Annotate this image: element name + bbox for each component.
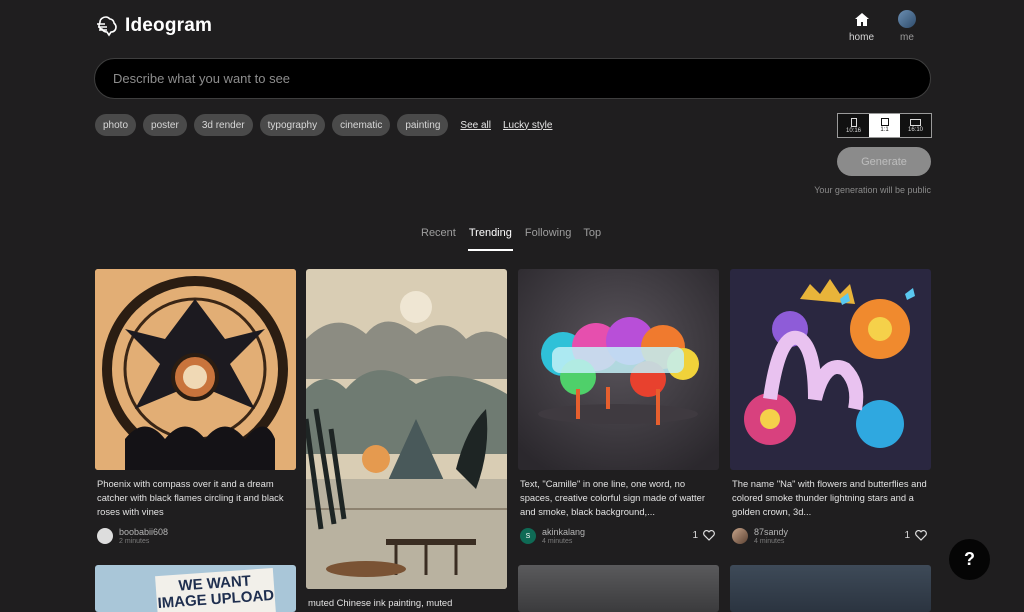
- like-button[interactable]: 1: [904, 530, 927, 541]
- lucky-style-link[interactable]: Lucky style: [503, 120, 552, 131]
- ratio-label: 10:16: [845, 127, 861, 134]
- see-all-link[interactable]: See all: [460, 120, 491, 131]
- phoenix-artwork: [95, 269, 296, 470]
- image-card[interactable]: Text, "Camille" in one line, one word, n…: [518, 269, 719, 545]
- card-meta: S akinkalang 4 minutes 1: [518, 527, 719, 545]
- prompt-box[interactable]: [94, 58, 931, 99]
- ratio-label: 16:10: [907, 126, 923, 133]
- portrait-shape-icon: [850, 117, 857, 127]
- ideogram-logo-icon: [97, 16, 117, 37]
- chip-photo[interactable]: photo: [95, 114, 137, 136]
- avatar[interactable]: [732, 528, 748, 544]
- avatar[interactable]: [97, 528, 113, 544]
- landscape-shape-icon: [910, 118, 921, 126]
- aspect-ratio-selector: 10:16 1:1 16:10: [837, 113, 932, 138]
- avatar: [898, 10, 916, 28]
- username[interactable]: 87sandy: [754, 527, 788, 537]
- ink-landscape-artwork: [306, 269, 507, 589]
- image-card[interactable]: [518, 565, 719, 612]
- timestamp: 4 minutes: [542, 538, 573, 545]
- tab-top[interactable]: Top: [583, 227, 601, 251]
- card-image[interactable]: [730, 565, 931, 612]
- home-icon: [853, 10, 871, 28]
- card-image[interactable]: [730, 269, 931, 470]
- like-count: 1: [904, 530, 910, 541]
- card-image[interactable]: [518, 269, 719, 470]
- card-image[interactable]: [518, 565, 719, 612]
- square-shape-icon: [880, 118, 889, 126]
- timestamp: 2 minutes: [119, 538, 150, 545]
- ratio-label: 1:1: [880, 127, 889, 133]
- tab-following[interactable]: Following: [525, 227, 571, 251]
- avatar[interactable]: S: [520, 528, 536, 544]
- image-card[interactable]: muted Chinese ink painting, muted: [306, 269, 507, 612]
- tab-trending[interactable]: Trending: [467, 227, 513, 251]
- username[interactable]: akinkalang: [542, 527, 585, 537]
- card-image[interactable]: [306, 269, 507, 589]
- chip-cinematic[interactable]: cinematic: [332, 114, 391, 136]
- logo[interactable]: Ideogram: [95, 14, 212, 38]
- username[interactable]: boobabii608: [119, 527, 168, 537]
- public-note: Your generation will be public: [814, 185, 931, 195]
- card-caption: The name "Na" with flowers and butterfli…: [732, 478, 927, 517]
- chip-typography[interactable]: typography: [259, 114, 326, 136]
- heart-icon: [915, 530, 927, 541]
- help-button[interactable]: ?: [949, 539, 990, 580]
- chip-poster[interactable]: poster: [143, 114, 187, 136]
- nav-me-label: me: [900, 32, 914, 43]
- card-image[interactable]: [95, 269, 296, 470]
- style-chips: photo poster 3d render typography cinema…: [95, 114, 552, 136]
- card-caption: Text, "Camille" in one line, one word, n…: [520, 478, 705, 517]
- card-image[interactable]: WE WANT IMAGE UPLOAD: [95, 565, 296, 612]
- na-artwork: [730, 269, 931, 470]
- card-caption: Phoenix with compass over it and a dream…: [97, 478, 284, 517]
- prompt-input[interactable]: [113, 71, 912, 86]
- image-card[interactable]: [730, 565, 931, 612]
- tab-recent[interactable]: Recent: [421, 227, 456, 251]
- image-card[interactable]: The name "Na" with flowers and butterfli…: [730, 269, 931, 545]
- nav-me[interactable]: me: [898, 10, 916, 43]
- ratio-1-1[interactable]: 1:1: [869, 114, 900, 137]
- timestamp: 4 minutes: [754, 538, 785, 545]
- card-meta: 87sandy 4 minutes 1: [730, 527, 931, 545]
- camille-artwork: [518, 269, 719, 470]
- image-card[interactable]: WE WANT IMAGE UPLOAD: [95, 565, 296, 612]
- nav-home[interactable]: home: [849, 10, 874, 43]
- feed-tabs: Recent Trending Following Top: [421, 227, 601, 251]
- sign-text: WE WANT IMAGE UPLOAD: [155, 567, 277, 612]
- like-button[interactable]: 1: [692, 530, 715, 541]
- logo-text: Ideogram: [125, 15, 213, 36]
- chip-3d-render[interactable]: 3d render: [193, 114, 253, 136]
- nav-home-label: home: [849, 32, 875, 43]
- chip-painting[interactable]: painting: [397, 114, 449, 136]
- ratio-10-16[interactable]: 10:16: [838, 114, 869, 137]
- top-bar: Ideogram home me: [0, 0, 1024, 50]
- card-caption: muted Chinese ink painting, muted: [308, 597, 453, 608]
- heart-icon: [703, 530, 715, 541]
- image-card[interactable]: Phoenix with compass over it and a dream…: [95, 269, 296, 545]
- like-count: 1: [692, 530, 698, 541]
- ratio-16-10[interactable]: 16:10: [900, 114, 931, 137]
- generate-button[interactable]: Generate: [837, 147, 931, 176]
- card-meta: boobabii608 2 minutes: [95, 527, 296, 545]
